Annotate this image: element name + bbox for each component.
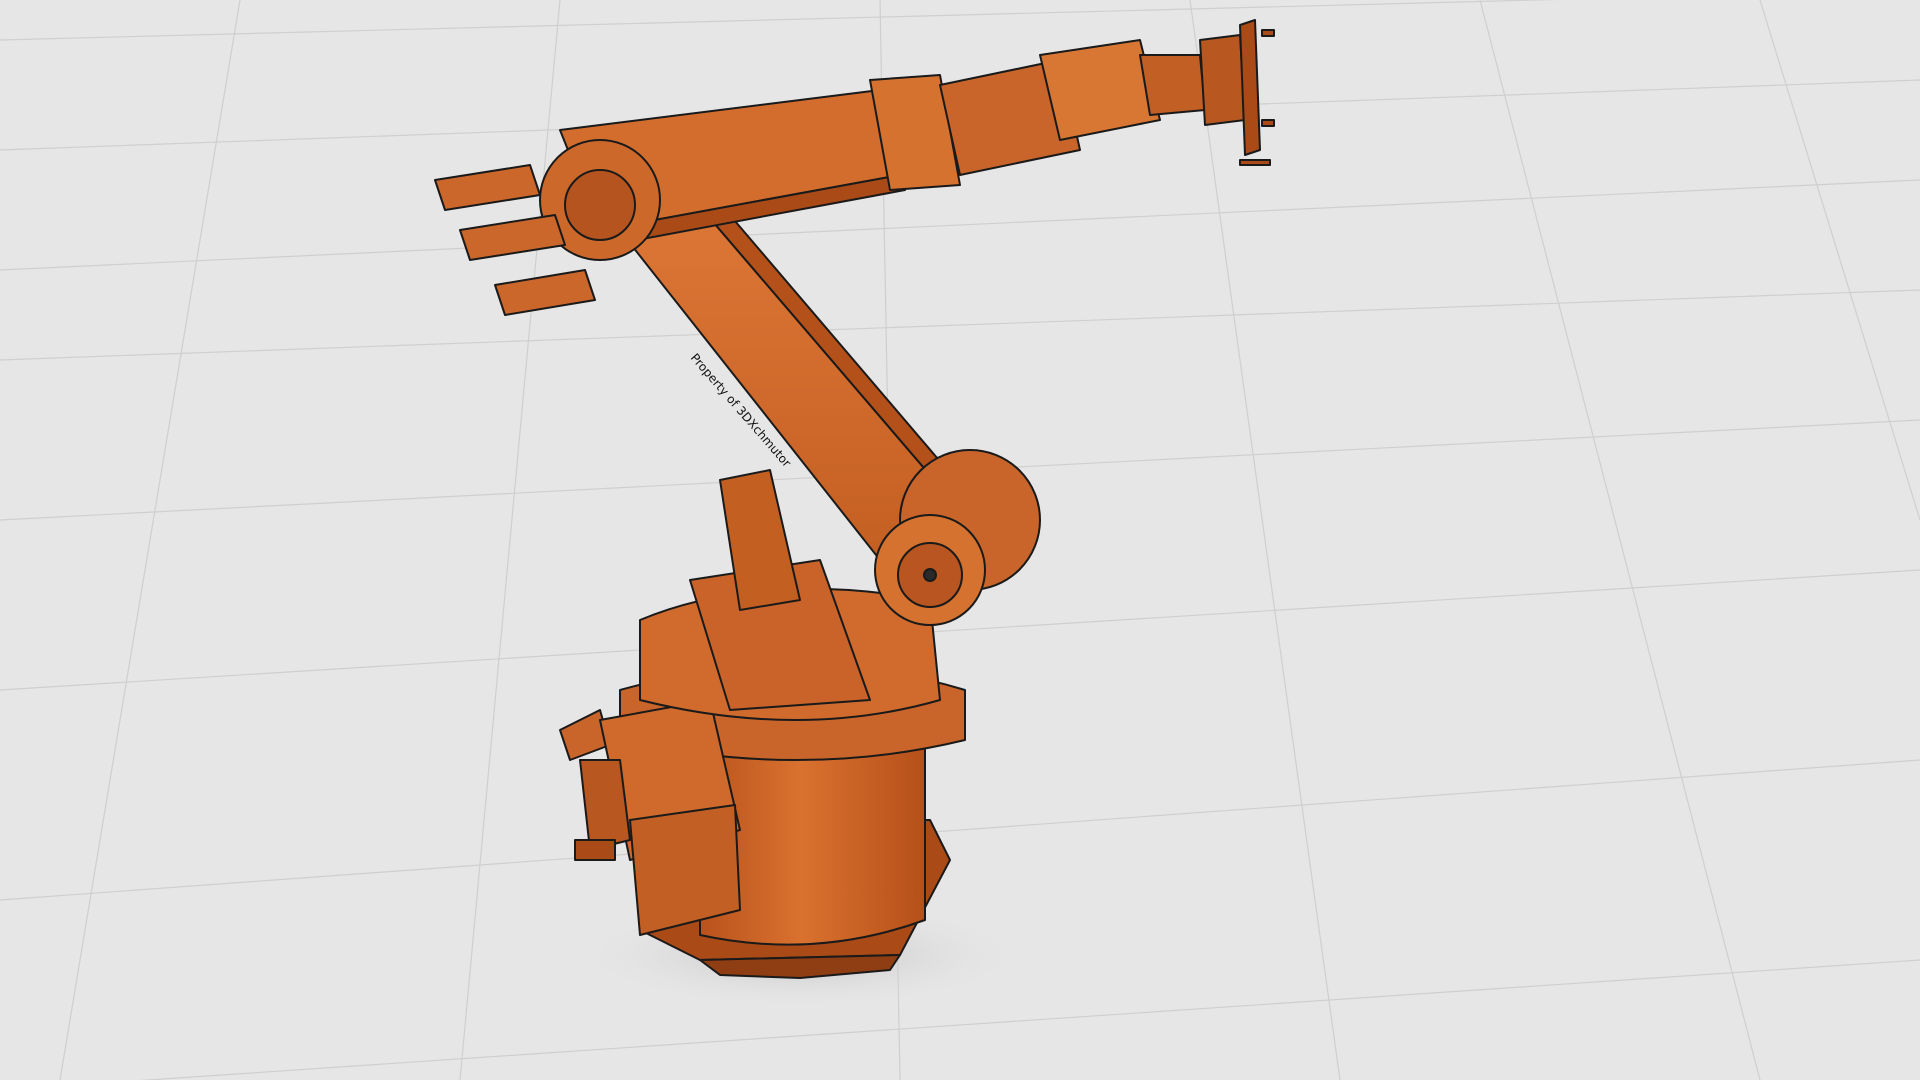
- 3d-viewport[interactable]: Property of 3DXchmutor: [0, 0, 1920, 1080]
- scene-canvas[interactable]: Property of 3DXchmutor: [0, 0, 1920, 1080]
